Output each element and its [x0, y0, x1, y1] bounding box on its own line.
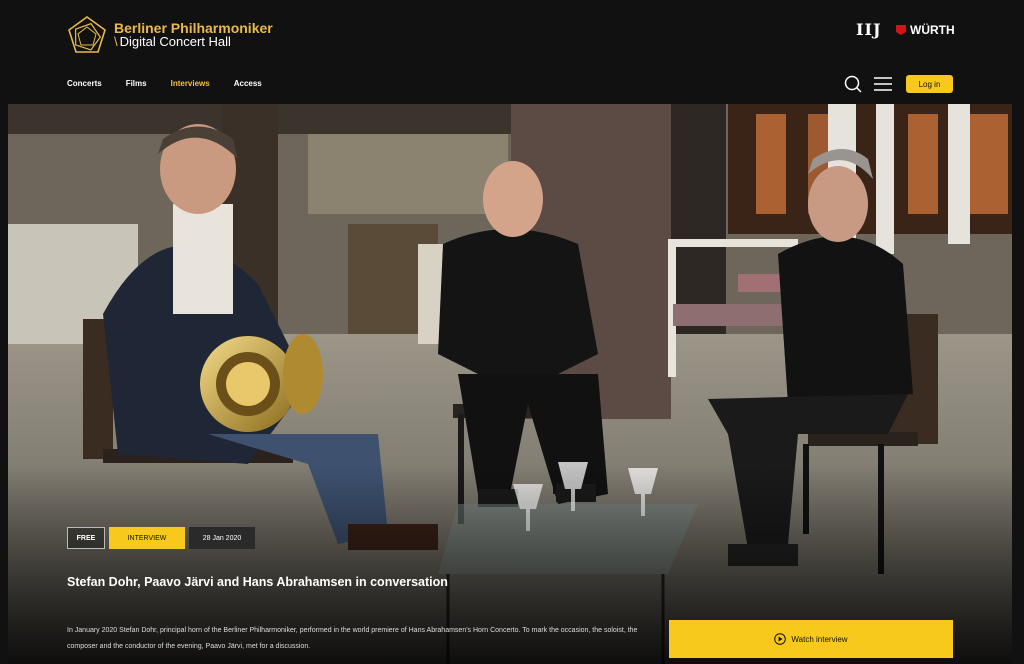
login-button[interactable]: Log in — [906, 75, 953, 93]
logo-subtitle: \ Digital Concert Hall — [114, 34, 231, 49]
video-title: Stefan Dohr, Paavo Järvi and Hans Abraha… — [67, 575, 448, 589]
site-logo[interactable]: Berliner Philharmoniker \ Digital Concert… — [66, 14, 273, 56]
play-icon — [774, 633, 787, 645]
menu-icon[interactable] — [874, 77, 892, 91]
main-nav: Concerts Films Interviews Access — [67, 79, 286, 88]
nav-access[interactable]: Access — [234, 79, 262, 88]
date-badge: 28 Jan 2020 — [189, 527, 255, 549]
nav-concerts[interactable]: Concerts — [67, 79, 102, 88]
sponsor-wurth-logo[interactable]: WÜRTH — [896, 23, 955, 37]
watch-interview-label: Watch interview — [791, 634, 848, 644]
nav-interviews[interactable]: Interviews — [171, 79, 210, 88]
watch-interview-button[interactable]: Watch interview — [669, 620, 953, 658]
site-header: Berliner Philharmoniker \ Digital Concert… — [0, 0, 1024, 104]
video-description: In January 2020 Stefan Dohr, principal h… — [67, 627, 638, 650]
wurth-emblem-icon — [896, 25, 906, 35]
logo-pentagon-icon — [68, 16, 106, 53]
logo-title: Berliner Philharmoniker — [114, 20, 273, 36]
video-badges: FREE INTERVIEW 28 Jan 2020 — [67, 527, 255, 549]
logo-slash: \ — [114, 34, 118, 49]
category-badge: INTERVIEW — [109, 527, 185, 549]
search-icon[interactable] — [844, 75, 862, 93]
nav-films[interactable]: Films — [126, 79, 147, 88]
free-badge: FREE — [67, 527, 105, 549]
sponsor-iij-logo[interactable]: IIJ — [856, 20, 882, 39]
